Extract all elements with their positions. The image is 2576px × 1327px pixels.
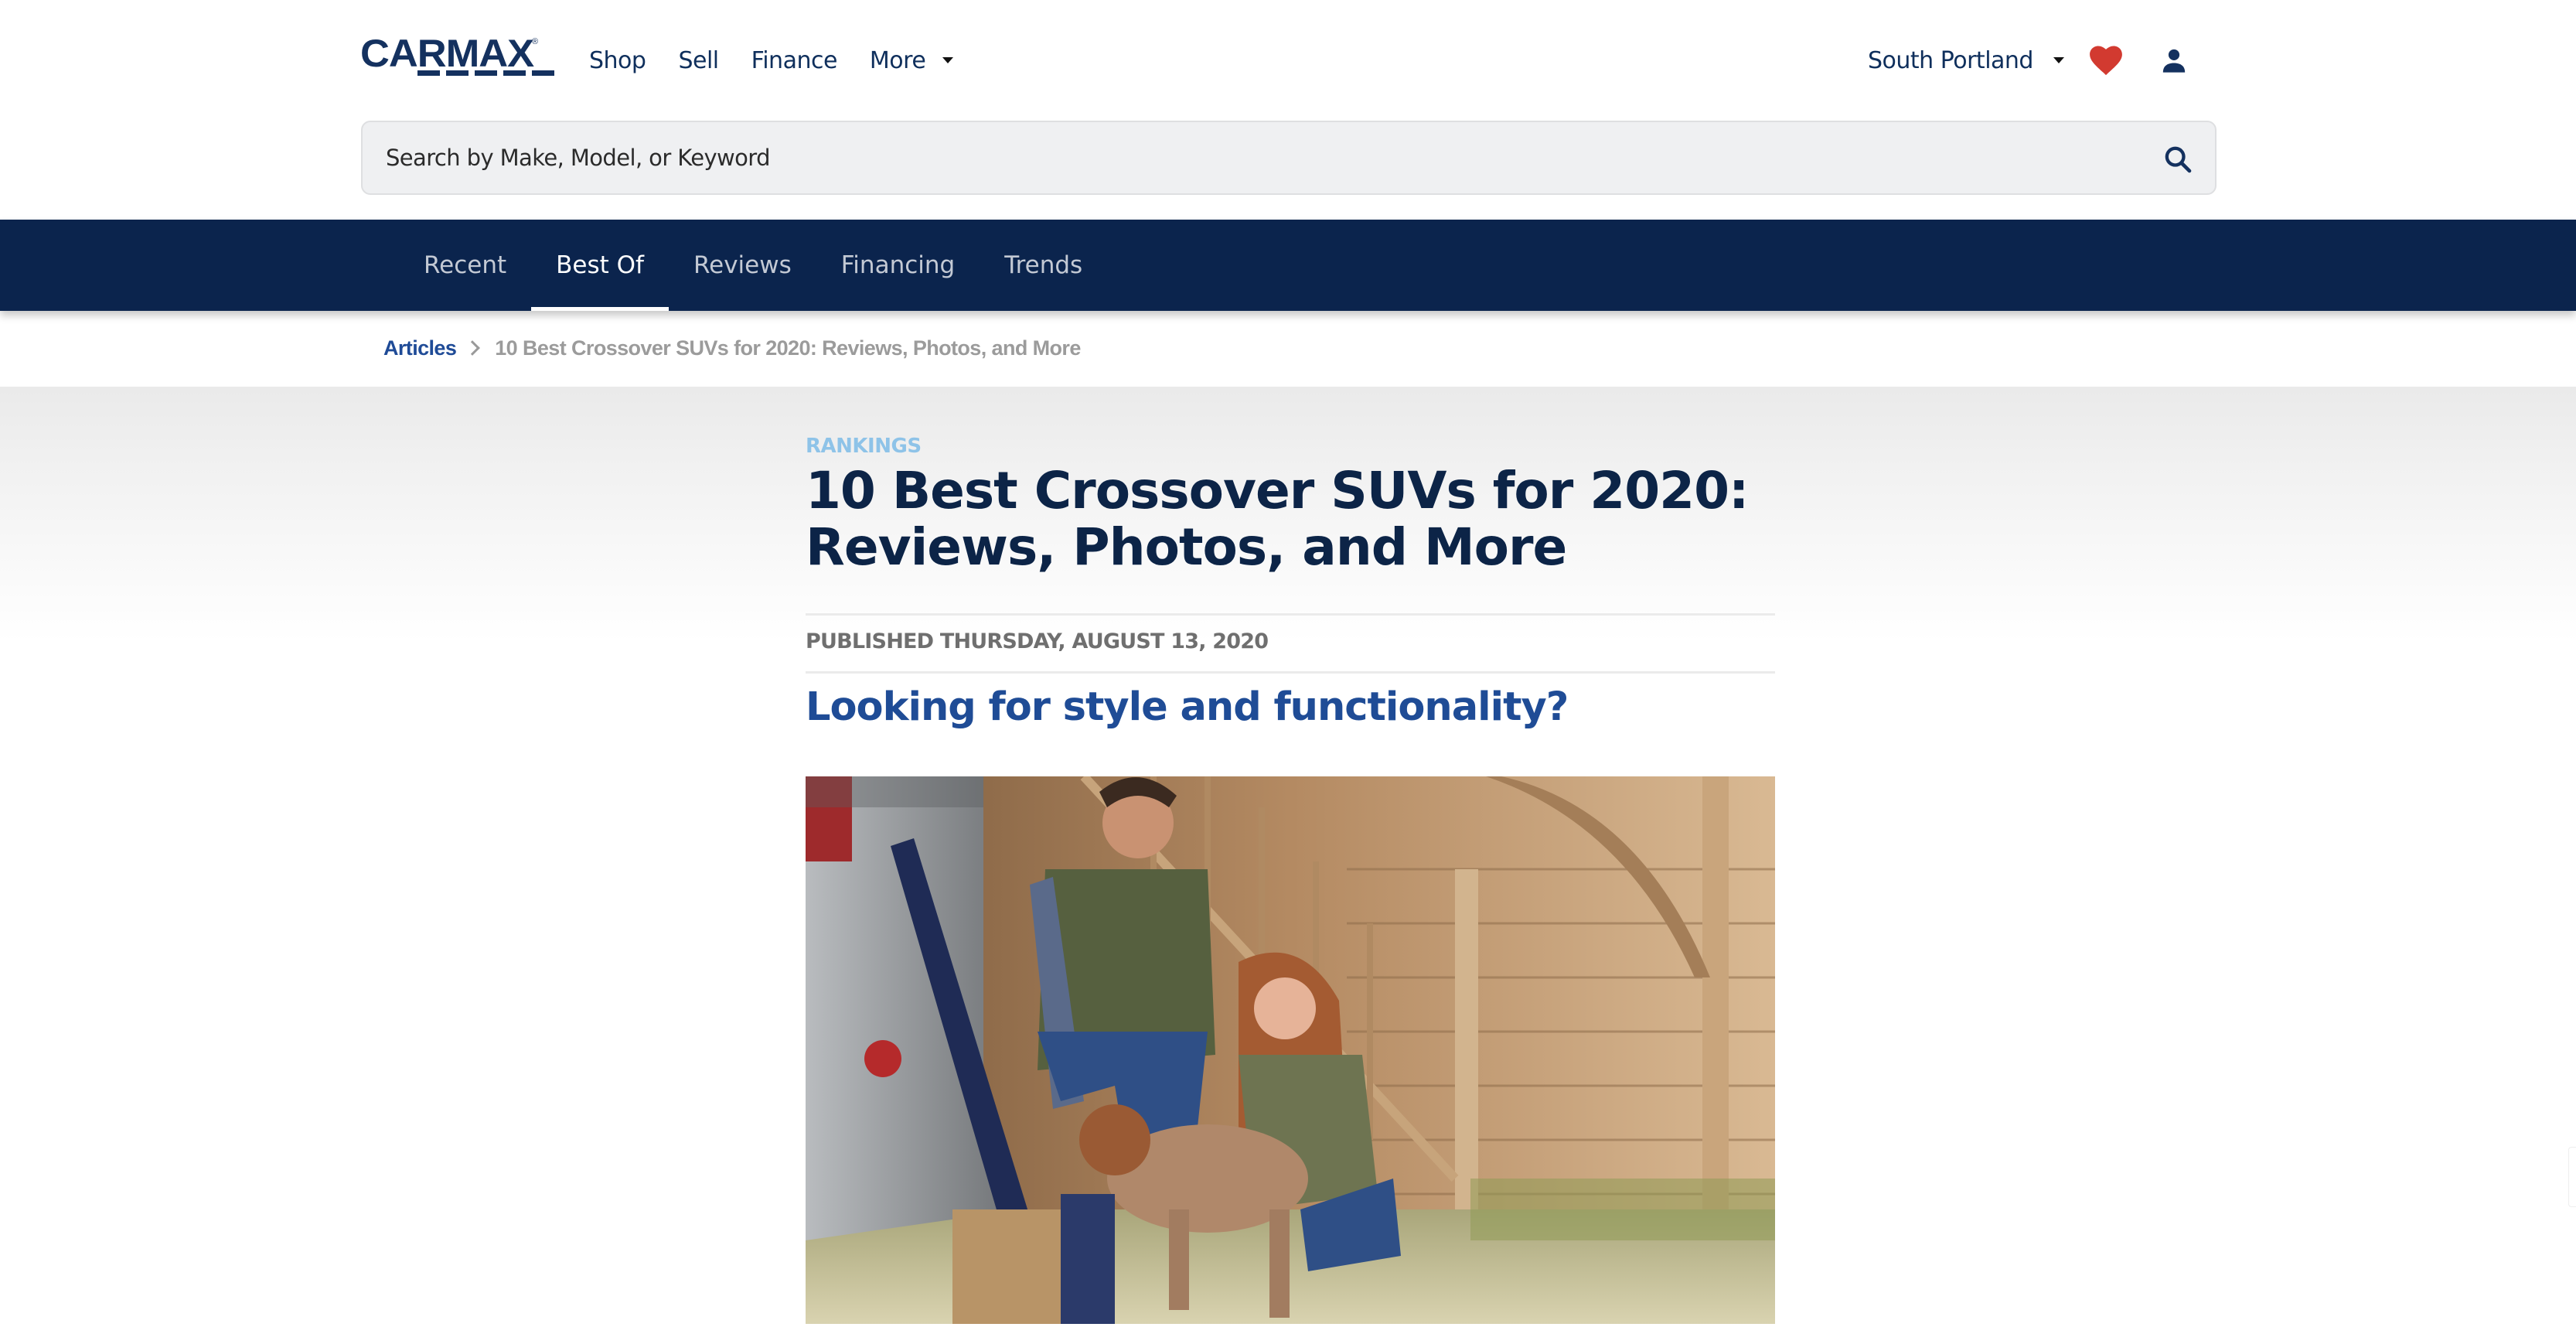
nav-more[interactable]: More: [870, 47, 926, 74]
nav-shop[interactable]: Shop: [589, 47, 646, 74]
page-title: 10 Best Crossover SUVs for 2020: Reviews…: [806, 462, 1775, 575]
chevron-right-icon: [465, 340, 481, 356]
header-right: South Portland: [1868, 43, 2188, 77]
title-line-2: Reviews, Photos, and More: [806, 517, 1567, 577]
published-date: PUBLISHED THURSDAY, AUGUST 13, 2020: [806, 629, 1269, 653]
caret-down-icon[interactable]: [942, 57, 954, 63]
nav-sell[interactable]: Sell: [678, 47, 719, 74]
nav-finance[interactable]: Finance: [751, 47, 838, 74]
caret-down-icon[interactable]: [2053, 57, 2064, 63]
hero-image: [806, 776, 1775, 1324]
title-line-1: 10 Best Crossover SUVs for 2020:: [806, 461, 1749, 520]
breadcrumb-articles[interactable]: Articles: [383, 336, 457, 360]
tab-trends[interactable]: Trends: [1004, 220, 1082, 311]
breadcrumb: Articles 10 Best Crossover SUVs for 2020…: [383, 333, 1081, 363]
site-header: CARMAX ® Shop Sell Finance More South Po…: [0, 0, 2576, 220]
store-location[interactable]: South Portland: [1868, 47, 2033, 74]
search-input[interactable]: [386, 122, 2133, 193]
carmax-logo[interactable]: CARMAX ®: [360, 34, 561, 80]
registered-mark: ®: [532, 37, 539, 46]
search-bar: [361, 121, 2217, 195]
tab-financing[interactable]: Financing: [841, 220, 955, 311]
article-category[interactable]: RANKINGS: [806, 433, 1775, 459]
logo-wordmark: CARMAX: [360, 32, 534, 75]
hero-image-illustration: [806, 776, 1775, 1324]
tab-recent[interactable]: Recent: [424, 220, 506, 311]
heart-icon[interactable]: [2089, 45, 2123, 76]
tab-reviews[interactable]: Reviews: [693, 220, 792, 311]
articles-nav: Recent Best Of Reviews Financing Trends: [0, 220, 2576, 311]
user-icon[interactable]: [2160, 47, 2188, 73]
article-subheading: Looking for style and functionality?: [806, 684, 1569, 730]
tab-best-of[interactable]: Best Of: [531, 220, 669, 311]
search-icon[interactable]: [2162, 144, 2193, 175]
logo-dashes: [417, 70, 554, 76]
breadcrumb-current: 10 Best Crossover SUVs for 2020: Reviews…: [495, 336, 1081, 360]
feedback-tab[interactable]: [2568, 1147, 2576, 1207]
divider: [806, 613, 1775, 616]
main-nav: Shop Sell Finance More: [589, 43, 954, 77]
article: RANKINGS 10 Best Crossover SUVs for 2020…: [806, 433, 1775, 730]
divider: [806, 671, 1775, 674]
